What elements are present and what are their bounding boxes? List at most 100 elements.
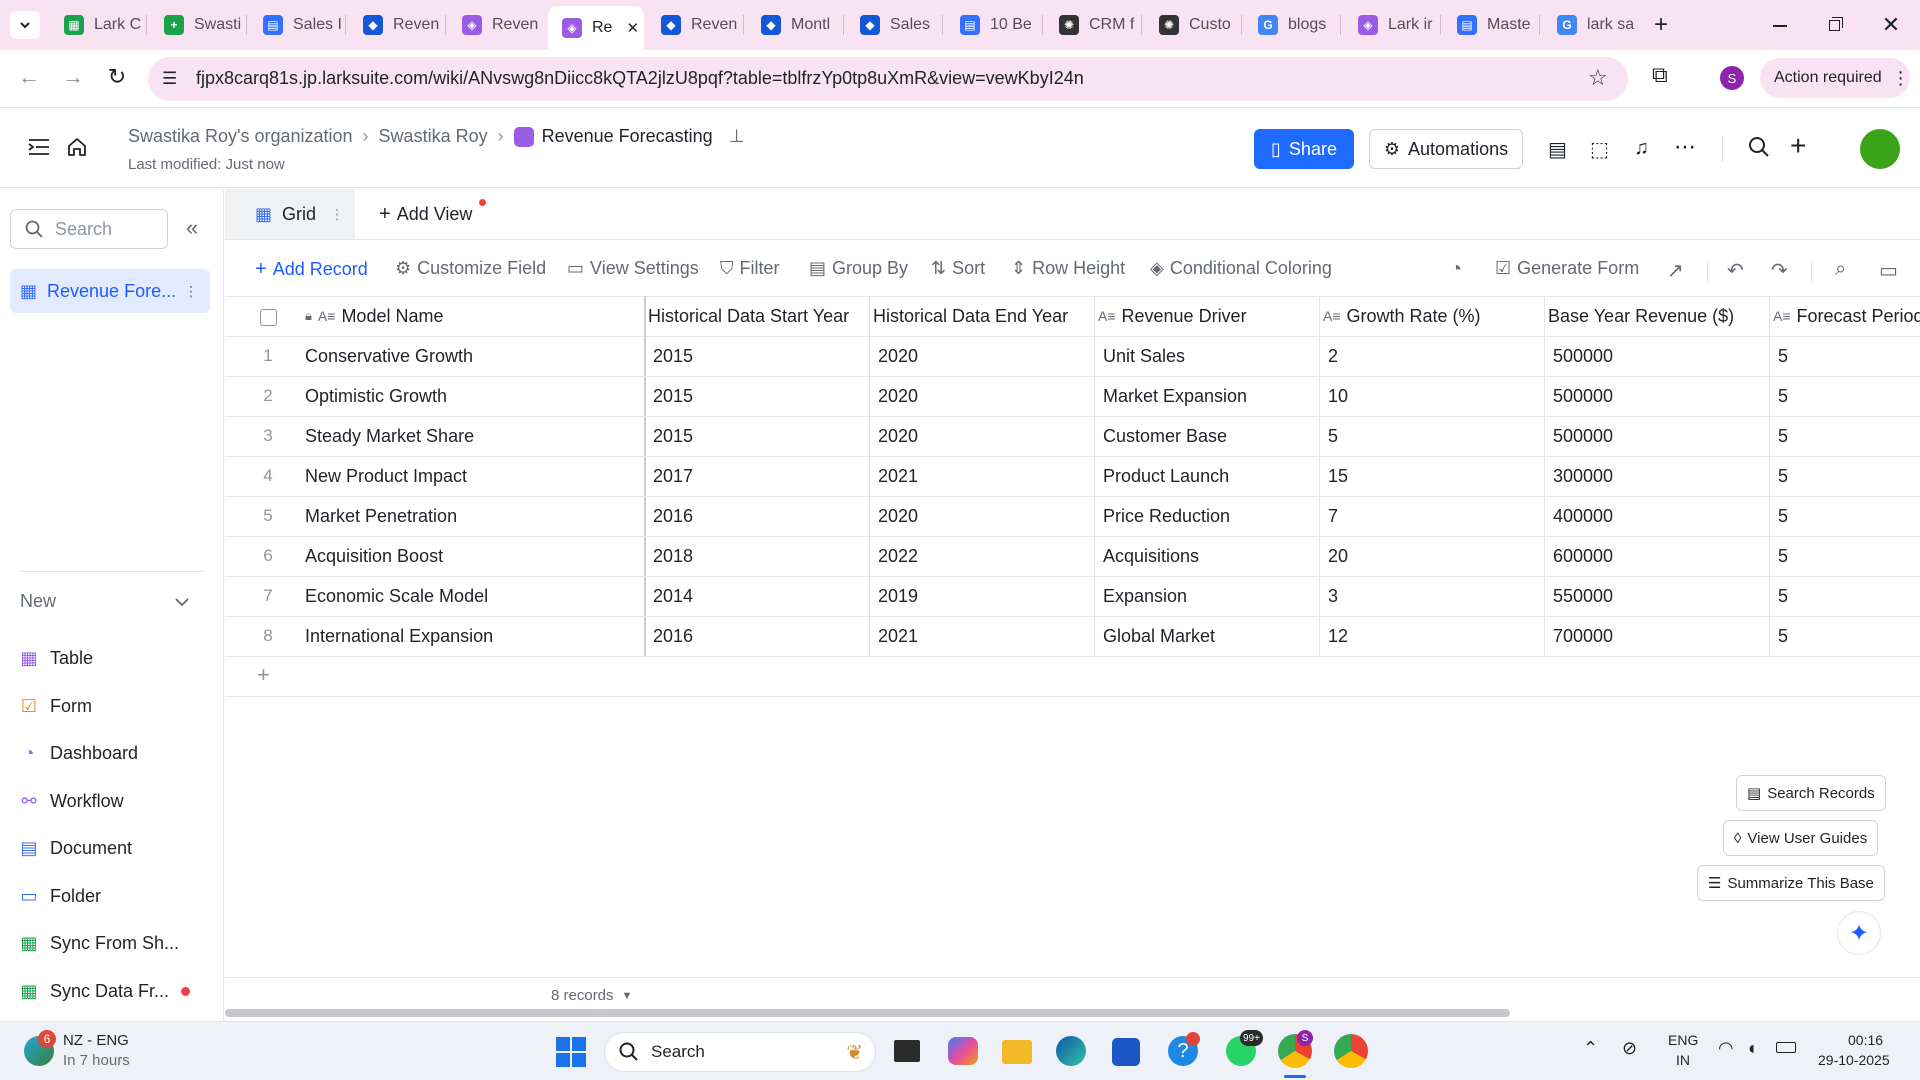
table-cell[interactable]: 2016: [653, 496, 873, 536]
table-cell[interactable]: 700000: [1553, 616, 1773, 656]
chrome-icon[interactable]: [1334, 1034, 1368, 1068]
new-section-toggle[interactable]: New: [20, 591, 190, 612]
column-header[interactable]: Historical Data Start Year: [648, 296, 868, 336]
site-info-icon[interactable]: ☰: [162, 69, 177, 89]
table-cell[interactable]: 20: [1328, 536, 1548, 576]
browser-tab[interactable]: ◆ Reven: [647, 6, 741, 44]
tab-grid[interactable]: ▦ Grid ⋮: [225, 189, 355, 239]
task-view-icon[interactable]: [894, 1040, 920, 1062]
table-cell[interactable]: 5: [1778, 456, 1920, 496]
table-cell[interactable]: Economic Scale Model: [305, 576, 645, 616]
table-cell[interactable]: Product Launch: [1103, 456, 1323, 496]
table-cell[interactable]: 550000: [1553, 576, 1773, 616]
profile-avatar[interactable]: S: [1720, 66, 1744, 90]
lang-line2[interactable]: IN: [1676, 1052, 1690, 1068]
undo-icon[interactable]: ↶: [1727, 258, 1744, 283]
column-header[interactable]: Base Year Revenue ($): [1548, 296, 1768, 336]
record-count-dropdown[interactable]: 8 records ▼: [551, 987, 632, 1004]
share-button[interactable]: ▯ Share: [1254, 129, 1354, 169]
windows-start-icon[interactable]: [556, 1037, 586, 1067]
table-cell[interactable]: 2020: [878, 336, 1098, 376]
browser-tab[interactable]: ◆ Reven: [349, 6, 443, 44]
table-cell[interactable]: Market Expansion: [1103, 376, 1323, 416]
table-cell[interactable]: 2021: [878, 456, 1098, 496]
table-cell[interactable]: 5: [1778, 536, 1920, 576]
comment-icon[interactable]: ▭: [1879, 258, 1898, 283]
browser-tab[interactable]: ▤ Sales I: [249, 6, 343, 44]
table-cell[interactable]: Steady Market Share: [305, 416, 645, 456]
sidebar-toggle-icon[interactable]: [28, 138, 50, 156]
lang-line1[interactable]: ENG: [1668, 1032, 1698, 1048]
table-cell[interactable]: 2020: [878, 416, 1098, 456]
tray-chevron-icon[interactable]: ⌃: [1583, 1038, 1598, 1059]
browser-tab[interactable]: Glark sa: [1543, 6, 1637, 44]
history-icon[interactable]: ◔: [1450, 258, 1462, 281]
browser-tab[interactable]: ▤ Maste: [1443, 6, 1537, 44]
table-cell[interactable]: 400000: [1553, 496, 1773, 536]
table-cell[interactable]: 2014: [653, 576, 873, 616]
edge-icon[interactable]: [1056, 1036, 1086, 1066]
sidebar-new-sync[interactable]: ▦ Sync Data Fr...: [20, 981, 191, 1002]
new-tab-button[interactable]: +: [1648, 11, 1674, 38]
plugin-icon[interactable]: ⬚: [1590, 137, 1609, 162]
breadcrumb-user[interactable]: Swastika Roy: [379, 126, 488, 147]
browser-tab[interactable]: ◈ Lark ir: [1344, 6, 1438, 44]
volume-icon[interactable]: ◖: [1746, 1038, 1757, 1059]
table-cell[interactable]: Acquisitions: [1103, 536, 1323, 576]
file-explorer-icon[interactable]: [1002, 1040, 1032, 1064]
table-cell[interactable]: Customer Base: [1103, 416, 1323, 456]
view-settings-button[interactable]: ▭ View Settings: [567, 258, 699, 279]
table-cell[interactable]: 2020: [878, 496, 1098, 536]
browser-tab-active[interactable]: ◈ Re ✕: [548, 6, 644, 50]
browser-tab[interactable]: ◆ Sales: [846, 6, 940, 44]
browser-tab[interactable]: Gblogs: [1244, 6, 1338, 44]
search-records-button[interactable]: ▤ Search Records: [1736, 775, 1886, 811]
network-warning-icon[interactable]: ⊘: [1622, 1038, 1637, 1059]
extensions-icon[interactable]: ⧉: [1652, 62, 1668, 88]
table-cell[interactable]: 7: [1328, 496, 1548, 536]
table-cell[interactable]: 5: [1778, 416, 1920, 456]
table-cell[interactable]: 5: [1328, 416, 1548, 456]
generate-form-button[interactable]: ☑ Generate Form: [1495, 258, 1639, 279]
table-cell[interactable]: 5: [1778, 496, 1920, 536]
browser-tab[interactable]: ▦ Lark C: [50, 6, 144, 44]
sidebar-new-dashboard[interactable]: ◔ Dashboard: [20, 743, 139, 764]
add-row-button[interactable]: +: [257, 662, 270, 688]
sidebar-new-sheet[interactable]: ▦ Sync From Sh...: [20, 933, 179, 954]
wifi-icon[interactable]: ◠: [1718, 1038, 1734, 1059]
row-height-button[interactable]: ⇕ Row Height: [1011, 258, 1125, 279]
table-cell[interactable]: 500000: [1553, 416, 1773, 456]
reload-button[interactable]: ↻: [102, 64, 132, 94]
table-cell[interactable]: Global Market: [1103, 616, 1323, 656]
browser-tab[interactable]: ◈ Reven: [448, 6, 542, 44]
table-cell[interactable]: Optimistic Growth: [305, 376, 645, 416]
tab-list-button[interactable]: [10, 11, 40, 39]
table-cell[interactable]: 5: [1778, 336, 1920, 376]
add-view-button[interactable]: + Add View: [379, 199, 486, 226]
table-cell[interactable]: 2021: [878, 616, 1098, 656]
table-cell[interactable]: 2: [1328, 336, 1548, 376]
copilot-icon[interactable]: [948, 1037, 978, 1065]
minimize-button[interactable]: [1765, 10, 1795, 40]
sort-button[interactable]: ⇅ Sort: [931, 258, 985, 279]
table-cell[interactable]: 2015: [653, 336, 873, 376]
item-more-icon[interactable]: ⋮: [184, 283, 198, 300]
table-cell[interactable]: 600000: [1553, 536, 1773, 576]
table-cell[interactable]: International Expansion: [305, 616, 645, 656]
restore-button[interactable]: [1820, 10, 1850, 40]
table-cell[interactable]: 2019: [878, 576, 1098, 616]
collapse-sidebar-icon[interactable]: «: [186, 215, 198, 241]
browser-tab[interactable]: ✺ Custo: [1145, 6, 1239, 44]
column-header[interactable]: Historical Data End Year: [873, 296, 1093, 336]
table-cell[interactable]: 500000: [1553, 376, 1773, 416]
battery-icon[interactable]: [1776, 1042, 1796, 1053]
table-cell[interactable]: 5: [1778, 376, 1920, 416]
page-title[interactable]: Revenue Forecasting: [542, 126, 713, 147]
sidebar-search-input[interactable]: Search: [10, 209, 168, 249]
table-cell[interactable]: Market Penetration: [305, 496, 645, 536]
ai-assistant-button[interactable]: ✦: [1837, 911, 1881, 955]
select-all-checkbox[interactable]: [260, 309, 277, 326]
tab-more-icon[interactable]: ⋮: [330, 206, 344, 223]
sidebar-new-table[interactable]: ▦ Table: [20, 648, 93, 669]
pin-icon[interactable]: ⊥: [729, 126, 745, 147]
